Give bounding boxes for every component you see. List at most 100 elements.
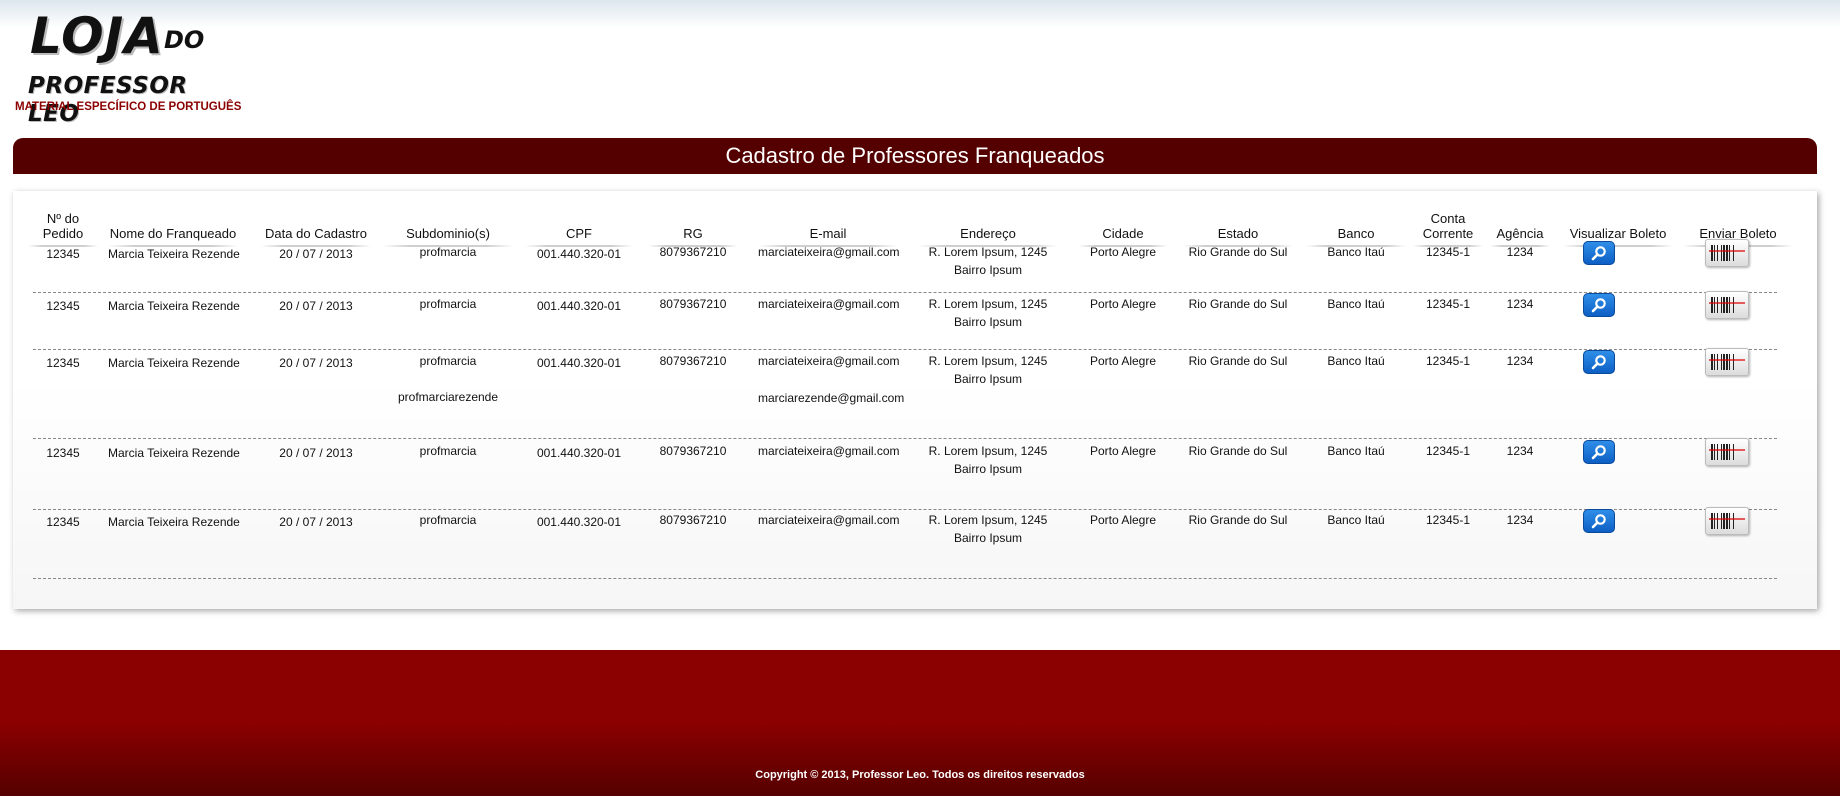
row-separator [33, 292, 1777, 293]
view-boleto-button[interactable] [1583, 241, 1615, 265]
cell-nome: Marcia Teixeira Rezende [108, 356, 240, 370]
header-data: Data do Cadastro [261, 201, 371, 247]
cell-email: marciateixeira@gmail.com [758, 245, 900, 259]
cell-endereco-line2: Bairro Ipsum [953, 263, 1023, 277]
cell-endereco-line1: R. Lorem Ipsum, 1245 [928, 245, 1048, 259]
barcode-icon [1709, 444, 1745, 460]
header-subdominio: Subdominio(s) [383, 201, 513, 247]
cell-agencia: 1234 [1506, 444, 1534, 458]
logo-line2: PROFESSOR LEO [28, 73, 188, 127]
header-endereco: Endereço [918, 201, 1058, 247]
view-boleto-button[interactable] [1583, 440, 1615, 464]
cell-banco: Banco Itaú [1327, 297, 1385, 311]
view-boleto-button[interactable] [1583, 509, 1615, 533]
cell-subdominio: profmarcia [419, 444, 477, 458]
cell-nome: Marcia Teixeira Rezende [108, 515, 240, 529]
cell-data: 20 / 07 / 2013 [279, 356, 353, 370]
header-rg: RG [648, 201, 738, 247]
cell-endereco-line2: Bairro Ipsum [953, 462, 1023, 476]
cell-pedido: 12345 [46, 356, 80, 370]
cell-nome: Marcia Teixeira Rezende [108, 446, 240, 460]
cell-estado: Rio Grande do Sul [1188, 297, 1288, 311]
view-boleto-button[interactable] [1583, 293, 1615, 317]
view-boleto-button[interactable] [1583, 350, 1615, 374]
cell-subdominio: profmarcia [419, 354, 477, 368]
cell-agencia: 1234 [1506, 513, 1534, 527]
send-boleto-button[interactable] [1705, 239, 1749, 267]
barcode-icon [1709, 513, 1745, 529]
send-boleto-button[interactable] [1705, 348, 1749, 376]
logo[interactable]: LOJA DO PROFESSOR LEO MATERIAL ESPECÍFIC… [14, 7, 244, 127]
cell-endereco-line2: Bairro Ipsum [953, 531, 1023, 545]
cell-cidade: Porto Alegre [1089, 444, 1157, 458]
cell-cpf: 001.440.320-01 [536, 446, 622, 460]
cell-pedido: 12345 [46, 299, 80, 313]
copyright-text: Copyright © 2013, Professor Leo. Todos o… [755, 769, 1085, 781]
cell-endereco-line1: R. Lorem Ipsum, 1245 [928, 513, 1048, 527]
cell-conta: 12345-1 [1425, 245, 1471, 259]
cell-data: 20 / 07 / 2013 [279, 515, 353, 529]
cell-cpf: 001.440.320-01 [536, 356, 622, 370]
franchisee-table: Nº do Pedido Nome do Franqueado Data do Ca… [13, 191, 1817, 609]
cell-agencia: 1234 [1506, 245, 1534, 259]
header-pedido: Nº do Pedido [28, 201, 98, 247]
header-visualizar: Visualizar Boleto [1563, 201, 1673, 247]
cell-agencia: 1234 [1506, 354, 1534, 368]
cell-estado: Rio Grande do Sul [1188, 354, 1288, 368]
cell-data: 20 / 07 / 2013 [279, 446, 353, 460]
header-cidade: Cidade [1078, 201, 1168, 247]
cell-subdominio: profmarcia [419, 513, 477, 527]
row-separator [33, 509, 1777, 510]
barcode-icon [1709, 245, 1745, 261]
cell-pedido: 12345 [46, 247, 80, 261]
cell-estado: Rio Grande do Sul [1188, 245, 1288, 259]
header-cpf: CPF [525, 201, 633, 247]
header-estado: Estado [1183, 201, 1293, 247]
cell-rg: 8079367210 [659, 245, 727, 259]
cell-banco: Banco Itaú [1327, 245, 1385, 259]
magnifier-icon [1591, 514, 1606, 529]
magnifier-icon [1591, 355, 1606, 370]
cell-subdominio: profmarcia [419, 245, 477, 259]
cell-rg: 8079367210 [659, 297, 727, 311]
logo-line1: LOJA [30, 7, 164, 65]
send-boleto-button[interactable] [1705, 507, 1749, 535]
footer: Copyright © 2013, Professor Leo. Todos o… [0, 650, 1840, 796]
header-nome: Nome do Franqueado [108, 201, 238, 247]
cell-endereco-line1: R. Lorem Ipsum, 1245 [928, 354, 1048, 368]
send-boleto-button[interactable] [1705, 438, 1749, 466]
cell-cpf: 001.440.320-01 [536, 247, 622, 261]
cell-cidade: Porto Alegre [1089, 297, 1157, 311]
cell-pedido: 12345 [46, 446, 80, 460]
cell-banco: Banco Itaú [1327, 444, 1385, 458]
cell-subdominio: profmarcia [419, 297, 477, 311]
cell-email: marciateixeira@gmail.com [758, 297, 900, 311]
header-enviar: Enviar Boleto [1683, 201, 1793, 247]
cell-conta: 12345-1 [1425, 297, 1471, 311]
cell-data: 20 / 07 / 2013 [279, 299, 353, 313]
row-separator [33, 578, 1777, 579]
cell-rg: 8079367210 [659, 513, 727, 527]
cell-email: marciateixeira@gmail.com [758, 354, 900, 368]
cell-conta: 12345-1 [1425, 513, 1471, 527]
header-email: E-mail [758, 201, 898, 247]
logo-tagline: MATERIAL ESPECÍFICO DE PORTUGUÊS [15, 101, 242, 113]
cell-cidade: Porto Alegre [1089, 513, 1157, 527]
cell-pedido: 12345 [46, 515, 80, 529]
cell-endereco-line2: Bairro Ipsum [953, 315, 1023, 329]
magnifier-icon [1591, 298, 1606, 313]
send-boleto-button[interactable] [1705, 291, 1749, 319]
cell-subdominio-2: profmarciarezende [397, 390, 499, 404]
page-title: Cadastro de Professores Franqueados [13, 138, 1817, 174]
row-separator [33, 349, 1777, 350]
cell-rg: 8079367210 [659, 354, 727, 368]
header-banco: Banco [1306, 201, 1406, 247]
header-conta: Conta Corrente [1413, 201, 1483, 247]
cell-conta: 12345-1 [1425, 354, 1471, 368]
cell-email: marciateixeira@gmail.com [758, 444, 900, 458]
cell-rg: 8079367210 [659, 444, 727, 458]
cell-email-2: marciarezende@gmail.com [758, 391, 905, 405]
cell-endereco-line2: Bairro Ipsum [953, 372, 1023, 386]
cell-data: 20 / 07 / 2013 [279, 247, 353, 261]
magnifier-icon [1591, 445, 1606, 460]
